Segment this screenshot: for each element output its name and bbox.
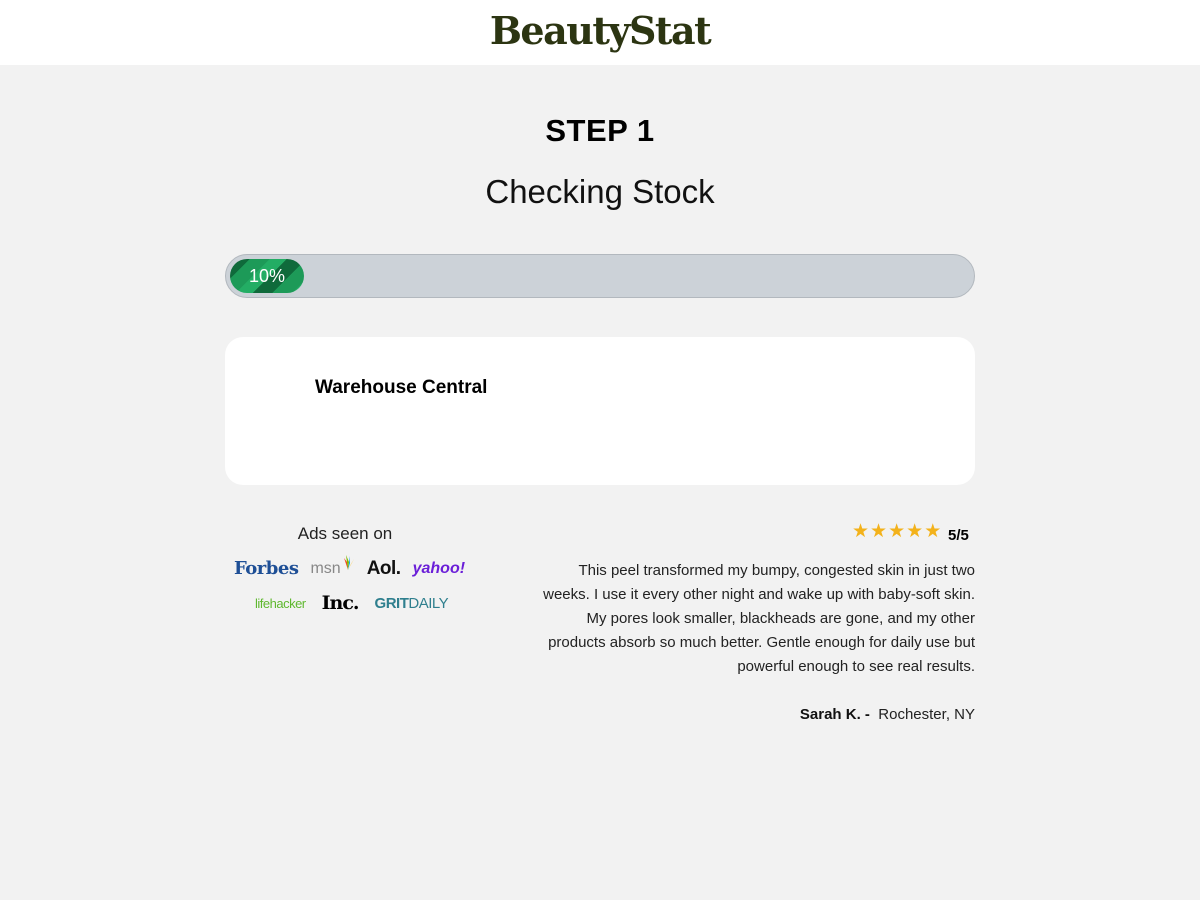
msn-logo: msn: [310, 554, 354, 578]
warehouse-name: Warehouse Central: [315, 377, 488, 398]
reviewer-location: Rochester, NY: [878, 706, 975, 723]
brand-logo[interactable]: BeautyStat: [0, 8, 1200, 53]
progress-fill: 10%: [230, 259, 304, 293]
step-subtitle: Checking Stock: [485, 173, 715, 210]
gritdaily-logo-daily: DAILY: [408, 595, 449, 612]
step-title: STEP 1: [545, 113, 655, 148]
stock-status-card: Warehouse Central: [225, 337, 975, 485]
star-icon: ★: [906, 521, 924, 542]
aol-logo: Aol.: [366, 558, 401, 579]
press-logos-row-2: lifehacker Inc. GRITDAILY: [255, 592, 449, 614]
site-header: BeautyStat: [0, 0, 1200, 65]
star-icon: ★: [870, 521, 888, 542]
progress-bar: 10%: [225, 254, 975, 298]
progress-label: 10%: [248, 265, 286, 286]
review-text: This peel transformed my bumpy, congeste…: [543, 562, 975, 675]
forbes-logo: Forbes: [234, 557, 299, 579]
lifehacker-logo: lifehacker: [255, 596, 306, 611]
rating-score: 5/5: [948, 527, 969, 544]
star-icon: ★: [888, 521, 906, 542]
rating-stars: ★ ★ ★ ★ ★: [852, 522, 941, 541]
gritdaily-logo: GRITDAILY: [375, 596, 449, 611]
msn-butterfly-icon: [343, 554, 354, 570]
gritdaily-logo-grit: GRIT: [374, 595, 409, 612]
star-icon: ★: [924, 521, 942, 542]
inc-logo: Inc.: [321, 592, 360, 614]
star-icon: ★: [852, 521, 870, 542]
press-logos-row-1: Forbes msn Aol. yahoo!: [234, 554, 466, 579]
ads-seen-on-heading: Ads seen on: [297, 524, 393, 543]
reviewer-name: Sarah K. -: [799, 706, 870, 723]
reviewer: Sarah K. - Rochester, NY: [530, 703, 975, 727]
yahoo-logo: yahoo!: [412, 559, 466, 577]
